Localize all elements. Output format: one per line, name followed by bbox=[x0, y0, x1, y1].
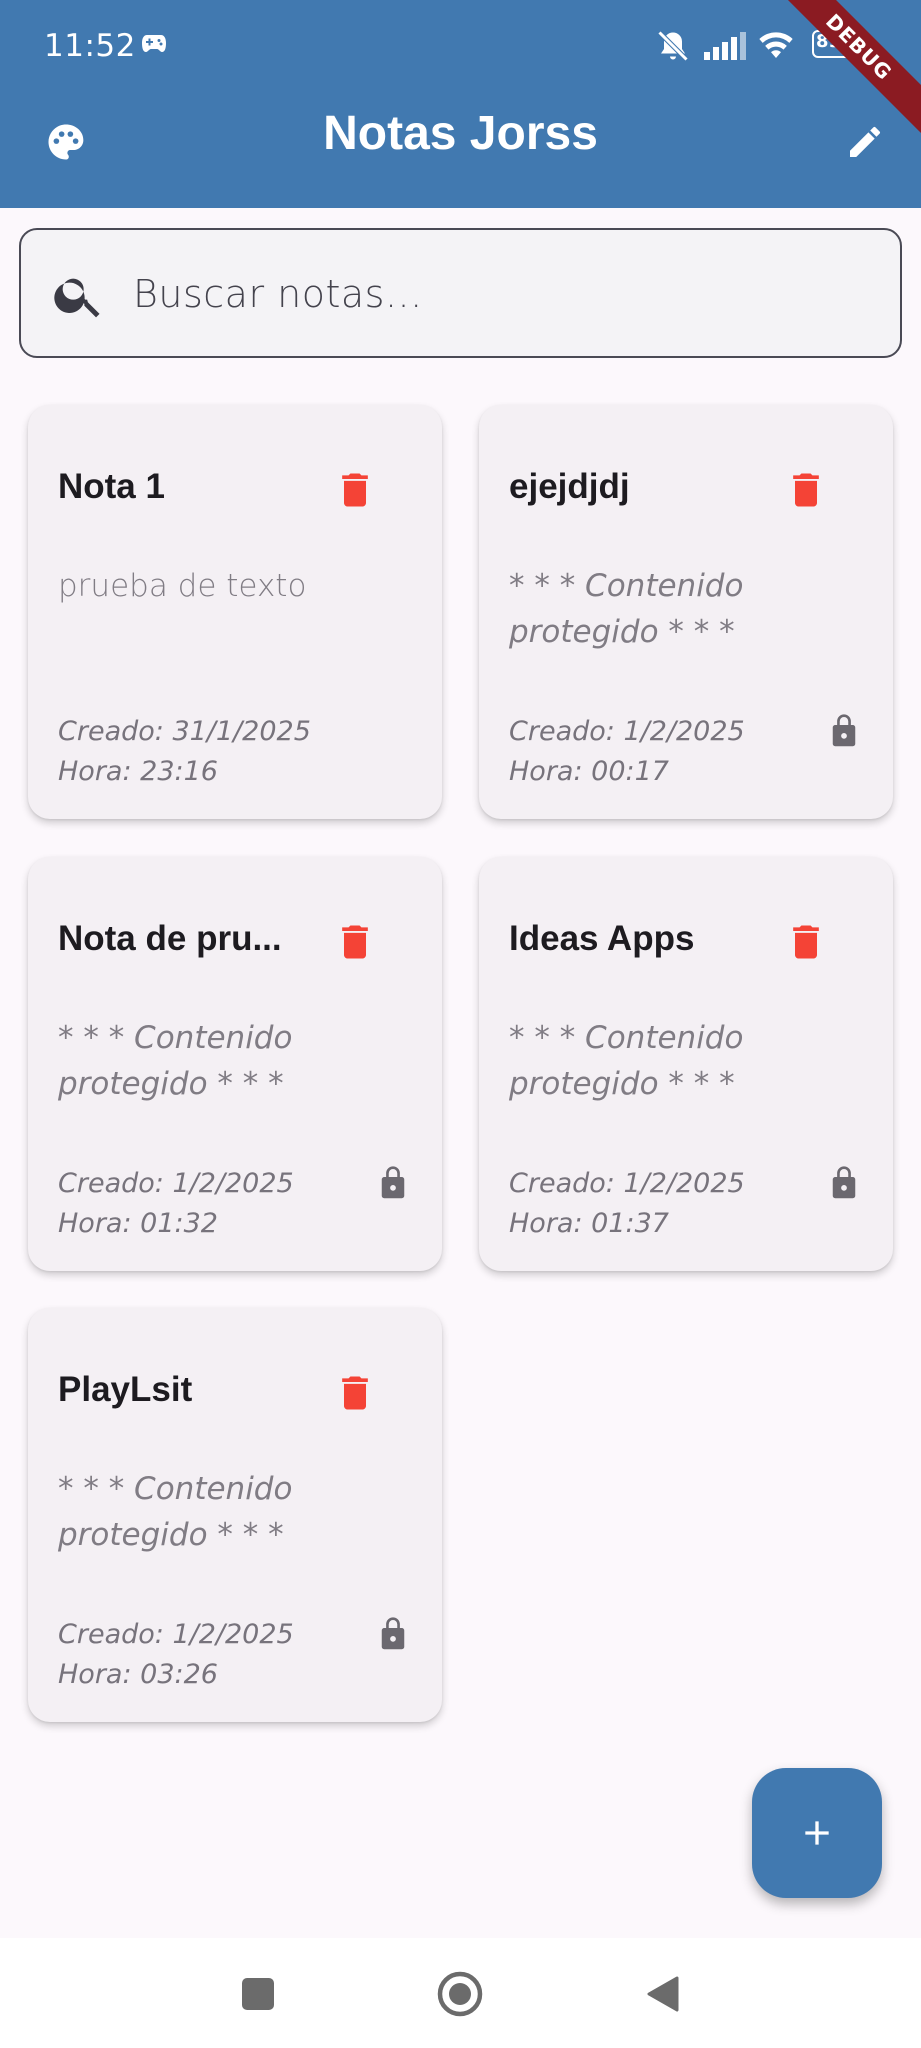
gamepad-icon bbox=[142, 35, 166, 52]
note-card[interactable]: Ideas Apps * * * Contenido protegido * *… bbox=[479, 857, 893, 1271]
note-card[interactable]: PlayLsit * * * Contenido protegido * * *… bbox=[28, 1308, 442, 1722]
note-created-date: Creado: 1/2/2025 bbox=[509, 1168, 745, 1199]
back-button[interactable] bbox=[636, 1968, 688, 2020]
note-content: * * * Contenido protegido * * * bbox=[509, 568, 744, 650]
note-content: prueba de texto bbox=[58, 568, 307, 604]
note-title: ejejdjdj bbox=[509, 467, 630, 506]
note-created-time: Hora: 23:16 bbox=[58, 756, 218, 787]
app-bar: 11:52 89 DEBUG bbox=[0, 0, 921, 208]
delete-icon[interactable] bbox=[333, 917, 377, 967]
note-meta: Creado: 1/2/2025 Hora: 01:32 bbox=[58, 1164, 358, 1244]
note-created-time: Hora: 01:32 bbox=[58, 1208, 218, 1239]
note-title: Nota 1 bbox=[58, 467, 165, 506]
note-meta: Creado: 31/1/2025 Hora: 23:16 bbox=[58, 712, 358, 792]
note-created-time: Hora: 03:26 bbox=[58, 1659, 218, 1690]
note-meta: Creado: 1/2/2025 Hora: 00:17 bbox=[509, 712, 809, 792]
note-content: * * * Contenido protegido * * * bbox=[509, 1020, 744, 1102]
note-title: Nota de pru... bbox=[58, 919, 282, 958]
signal-icon bbox=[704, 32, 746, 60]
note-content: * * * Contenido protegido * * * bbox=[58, 1020, 293, 1102]
delete-icon[interactable] bbox=[333, 1368, 377, 1418]
recents-button[interactable] bbox=[232, 1968, 284, 2020]
note-title: PlayLsit bbox=[58, 1370, 193, 1409]
lock-icon bbox=[381, 1166, 405, 1199]
note-card[interactable]: Nota de pru... * * * Contenido protegido… bbox=[28, 857, 442, 1271]
note-created-date: Creado: 1/2/2025 bbox=[58, 1619, 294, 1650]
mute-icon bbox=[657, 30, 689, 62]
note-created-date: Creado: 1/2/2025 bbox=[509, 716, 745, 747]
pencil-icon bbox=[850, 126, 880, 157]
circle-icon bbox=[437, 1971, 483, 2017]
plus-icon bbox=[805, 1821, 829, 1845]
delete-icon[interactable] bbox=[784, 465, 828, 515]
back-triangle-icon bbox=[647, 1976, 679, 2012]
note-content: * * * Contenido protegido * * * bbox=[58, 1471, 293, 1553]
home-button[interactable] bbox=[434, 1968, 486, 2020]
delete-icon[interactable] bbox=[784, 917, 828, 967]
status-time: 11:52 bbox=[44, 28, 136, 64]
search-input[interactable] bbox=[133, 264, 873, 324]
lock-icon bbox=[832, 1166, 856, 1199]
delete-icon[interactable] bbox=[333, 465, 377, 515]
status-bar: 11:52 89 bbox=[0, 0, 921, 92]
note-meta: Creado: 1/2/2025 Hora: 01:37 bbox=[509, 1164, 809, 1244]
note-created-time: Hora: 01:37 bbox=[509, 1208, 669, 1239]
note-created-date: Creado: 1/2/2025 bbox=[58, 1168, 294, 1199]
lock-icon bbox=[381, 1617, 405, 1650]
note-title: Ideas Apps bbox=[509, 919, 695, 958]
wifi-icon bbox=[759, 32, 793, 58]
search-icon bbox=[51, 267, 107, 323]
note-card[interactable]: ejejdjdj * * * Contenido protegido * * *… bbox=[479, 405, 893, 819]
search-bar[interactable] bbox=[19, 228, 902, 358]
page-title: Notas Jorss bbox=[323, 107, 598, 160]
edit-button[interactable] bbox=[829, 106, 901, 178]
note-created-time: Hora: 00:17 bbox=[509, 756, 669, 787]
note-card[interactable]: Nota 1 prueba de texto Creado: 31/1/2025… bbox=[28, 405, 442, 819]
note-created-date: Creado: 31/1/2025 bbox=[58, 716, 311, 747]
note-meta: Creado: 1/2/2025 Hora: 03:26 bbox=[58, 1615, 358, 1695]
square-icon bbox=[242, 1978, 274, 2010]
system-nav-bar bbox=[0, 1938, 921, 2048]
add-note-button[interactable] bbox=[752, 1768, 882, 1898]
lock-icon bbox=[832, 714, 856, 747]
